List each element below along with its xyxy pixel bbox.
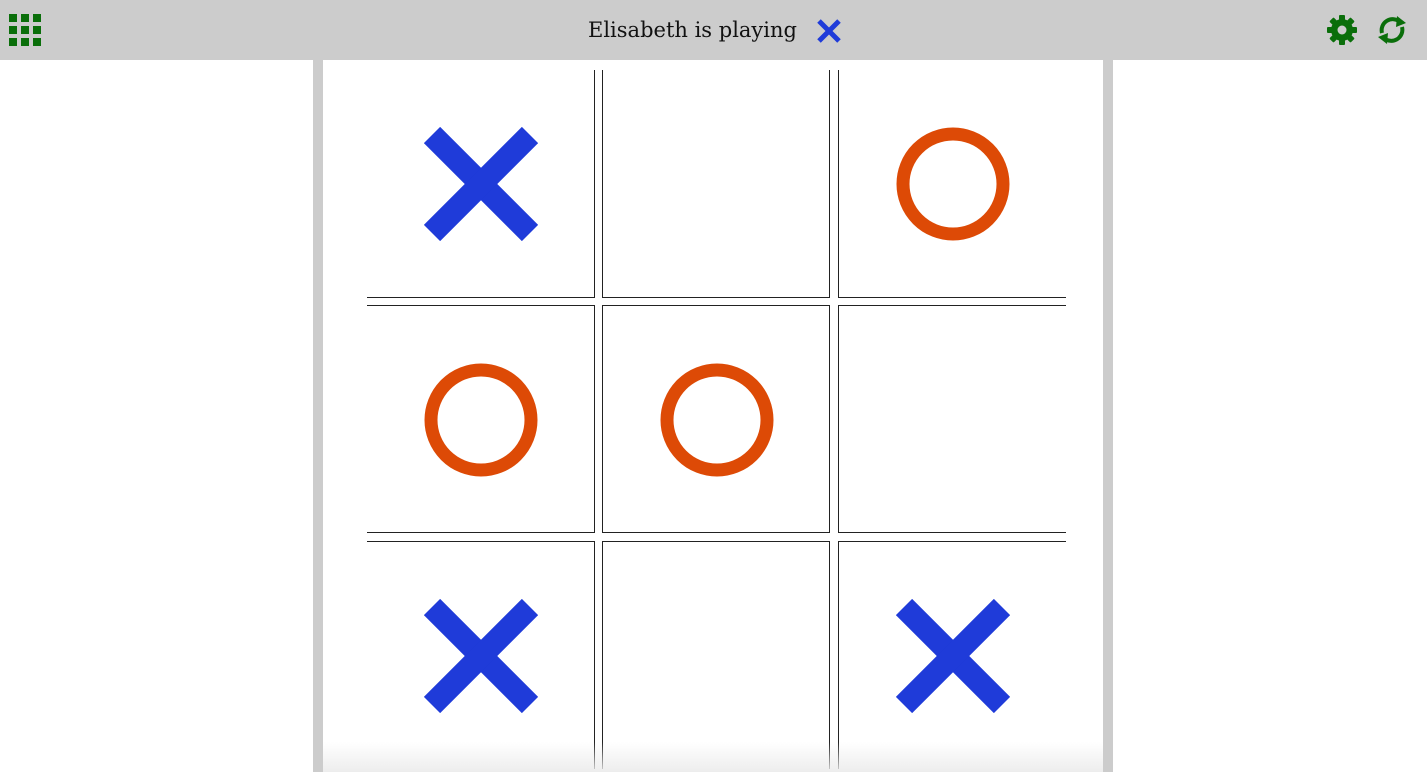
board-cell[interactable] [838, 70, 1066, 298]
refresh-icon[interactable] [1376, 14, 1408, 46]
game-board [323, 60, 1103, 772]
turn-status: Elisabeth is playing [0, 0, 1427, 60]
board-frame-left [313, 60, 323, 772]
top-bar: Elisabeth is playing [0, 0, 1427, 60]
x-mark-icon [896, 599, 1010, 713]
o-mark-icon [424, 363, 538, 477]
board-cell[interactable] [602, 305, 830, 533]
board-cell[interactable] [602, 70, 830, 298]
x-mark-icon [424, 599, 538, 713]
board-cell[interactable] [838, 305, 1066, 533]
board-cell[interactable] [367, 305, 595, 533]
x-mark-icon [424, 127, 538, 241]
status-text: Elisabeth is playing [588, 18, 797, 42]
board-cell[interactable] [602, 541, 830, 769]
o-mark-icon [896, 127, 1010, 241]
current-player-x-icon [817, 19, 841, 43]
board-cell[interactable] [367, 541, 595, 769]
board-cell[interactable] [367, 70, 595, 298]
o-mark-icon [660, 363, 774, 477]
gear-icon[interactable] [1326, 14, 1358, 46]
board-cell[interactable] [838, 541, 1066, 769]
apps-grid-icon[interactable] [9, 14, 41, 46]
board-frame-right [1103, 60, 1113, 772]
